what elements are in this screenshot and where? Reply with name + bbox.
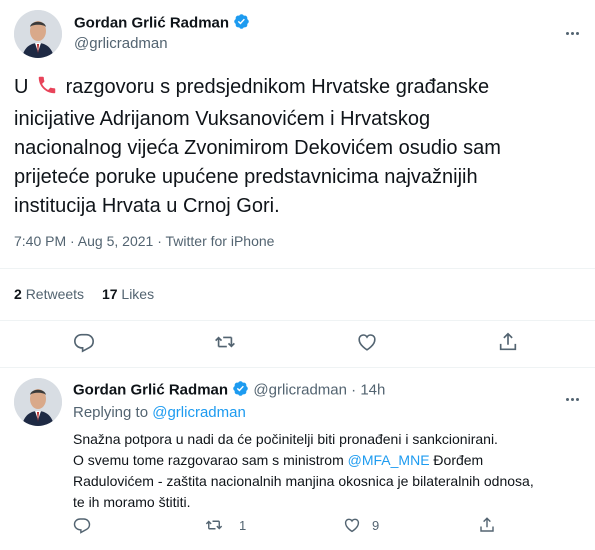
replying-to-handle[interactable]: @grlicradman xyxy=(152,404,246,421)
more-icon[interactable] xyxy=(566,388,581,406)
divider xyxy=(0,320,595,321)
reply-text-line-2: O svemu tome razgovarao sam s ministrom … xyxy=(73,452,484,468)
divider xyxy=(0,268,595,269)
separator-dot: · xyxy=(351,381,357,399)
reply-share-button[interactable] xyxy=(478,516,496,534)
tweet-stats: 2 Retweets 17 Likes xyxy=(14,286,154,302)
tweet-meta[interactable]: 7:40 PM · Aug 5, 2021 · Twitter for iPho… xyxy=(14,233,274,249)
reply-avatar[interactable] xyxy=(14,378,62,426)
retweet-icon xyxy=(205,520,223,530)
reply-handle[interactable]: @grlicradman xyxy=(253,381,347,398)
reply-text-line-1: Snažna potpora u nadi da će počinitelji … xyxy=(73,431,498,447)
likes-stat[interactable]: 17 Likes xyxy=(102,286,154,302)
tweet-text-line-5: institucija Hrvata u Crnoj Gori. xyxy=(14,195,280,217)
share-icon xyxy=(480,517,494,532)
author-name[interactable]: Gordan Grlić Radman xyxy=(74,13,250,34)
reply-text: Snažna potpora u nadi da će počinitelji … xyxy=(73,429,583,513)
more-icon[interactable] xyxy=(566,22,581,40)
reply-author-name[interactable]: Gordan Grlić Radman xyxy=(73,381,228,398)
tweet-text-line-3: nacionalnog vijeća Zvonimirom Dekovićem … xyxy=(14,137,501,159)
tweet-text-line-1: U razgovoru s predsjednikom Hrvatske gra… xyxy=(14,73,589,105)
like-button[interactable] xyxy=(356,331,378,353)
like-count: 9 xyxy=(372,517,380,533)
retweet-count: 1 xyxy=(239,517,247,533)
reply-like-button[interactable]: 9 xyxy=(343,516,379,534)
reply-text-line-4: te ih moramo štititi. xyxy=(73,494,191,510)
reply-time[interactable]: 14h xyxy=(360,381,385,398)
share-button[interactable] xyxy=(497,331,519,353)
phone-icon xyxy=(36,74,58,105)
tweet-text-line-4: prijeteće poruke upućene predstavnicima … xyxy=(14,166,478,188)
share-icon xyxy=(499,332,517,351)
like-icon xyxy=(358,334,376,351)
author-name-text: Gordan Grlić Radman xyxy=(74,14,230,32)
mention-link[interactable]: @MFA_MNE xyxy=(348,452,430,468)
reply-icon xyxy=(73,518,91,534)
reply-text-line-3: Radulovićem - zaštita nacionalnih manjin… xyxy=(73,473,534,489)
retweets-stat[interactable]: 2 Retweets xyxy=(14,286,88,302)
author-handle[interactable]: @grlicradman xyxy=(74,35,168,52)
reply-icon xyxy=(74,333,94,353)
tweet-text-line-2: inicijative Adrijanom Vuksanovićem i Hrv… xyxy=(14,108,431,130)
reply-header: Gordan Grlić Radman @grlicradman · 14h xyxy=(73,380,385,401)
reply-reply-button[interactable] xyxy=(73,516,91,534)
like-icon xyxy=(344,518,360,533)
verified-icon xyxy=(233,13,250,34)
replying-to: Replying to @grlicradman xyxy=(73,404,246,421)
tweet-text: U razgovoru s predsjednikom Hrvatske gra… xyxy=(14,73,589,221)
avatar[interactable] xyxy=(14,10,62,58)
reply-button[interactable] xyxy=(73,331,95,353)
verified-icon xyxy=(232,380,249,401)
retweet-icon xyxy=(215,336,235,348)
retweet-button[interactable] xyxy=(214,331,236,353)
divider xyxy=(0,367,595,368)
reply-retweet-button[interactable]: 1 xyxy=(205,516,246,534)
